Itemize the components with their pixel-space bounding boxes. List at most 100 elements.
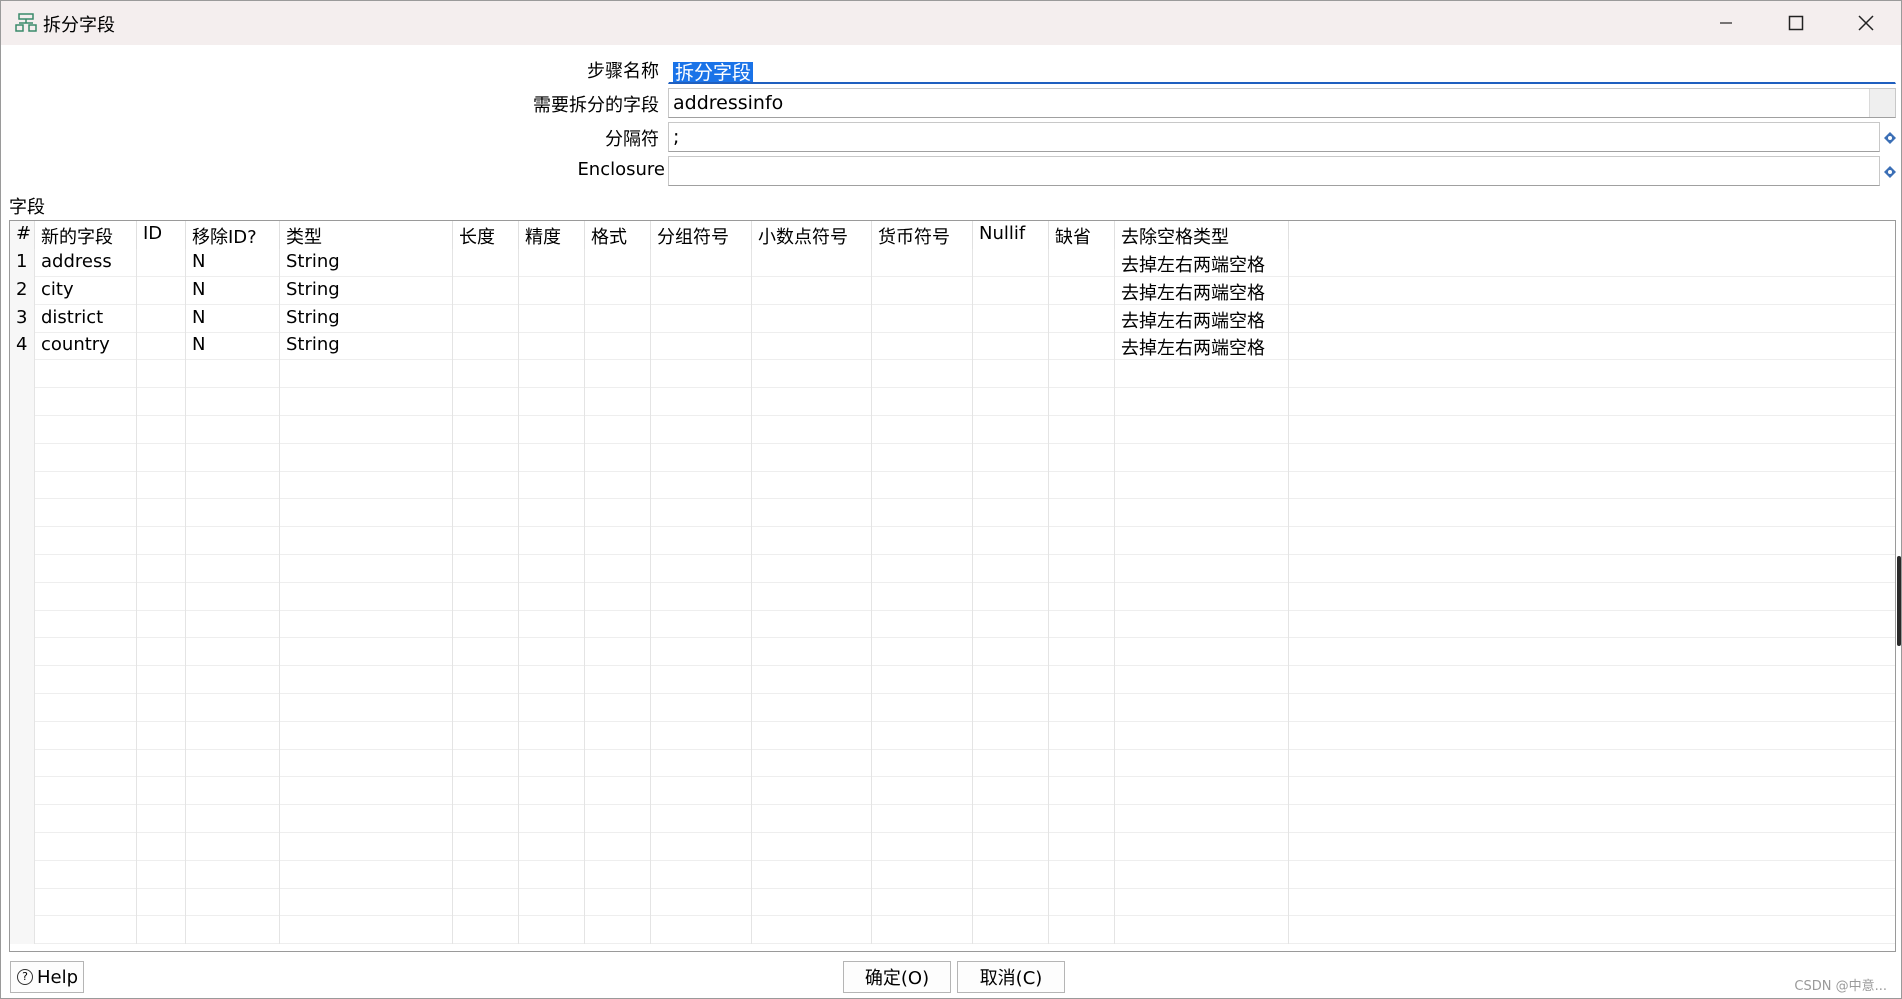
- table-cell[interactable]: [1115, 916, 1289, 945]
- table-cell[interactable]: [35, 554, 137, 583]
- table-cell[interactable]: [872, 582, 973, 611]
- table-cell[interactable]: [973, 443, 1049, 472]
- table-cell[interactable]: [973, 916, 1049, 945]
- table-cell[interactable]: [585, 554, 651, 583]
- table-cell[interactable]: [973, 332, 1049, 361]
- table-cell[interactable]: [280, 415, 453, 444]
- table-cell[interactable]: [1049, 610, 1115, 639]
- table-cell[interactable]: [973, 777, 1049, 806]
- table-cell[interactable]: [872, 471, 973, 500]
- table-cell[interactable]: [453, 666, 519, 694]
- table-cell[interactable]: [585, 415, 651, 444]
- table-cell[interactable]: [519, 721, 585, 750]
- table-cell[interactable]: [280, 582, 453, 611]
- table-cell[interactable]: [35, 443, 137, 472]
- column-header[interactable]: 去除空格类型: [1115, 221, 1289, 249]
- table-cell[interactable]: [872, 443, 973, 472]
- table-cell[interactable]: [872, 554, 973, 583]
- table-cell[interactable]: [585, 582, 651, 611]
- table-cell[interactable]: [1049, 582, 1115, 611]
- table-cell[interactable]: [186, 554, 280, 583]
- table-cell[interactable]: [519, 360, 585, 389]
- minimize-button[interactable]: [1691, 1, 1761, 45]
- table-cell[interactable]: [752, 304, 872, 333]
- table-cell[interactable]: [651, 304, 752, 333]
- table-cell[interactable]: [752, 276, 872, 305]
- table-cell[interactable]: [752, 471, 872, 500]
- table-cell[interactable]: [519, 582, 585, 611]
- table-cell[interactable]: [453, 638, 519, 667]
- table-cell[interactable]: [453, 777, 519, 806]
- table-cell[interactable]: [519, 415, 585, 444]
- table-cell[interactable]: [453, 805, 519, 833]
- table-cell[interactable]: [585, 888, 651, 917]
- table-cell[interactable]: [137, 415, 186, 444]
- table-cell[interactable]: [186, 527, 280, 555]
- table-cell[interactable]: [186, 499, 280, 528]
- delimiter-input[interactable]: ;: [668, 122, 1880, 152]
- table-cell[interactable]: [453, 332, 519, 361]
- table-cell[interactable]: [186, 693, 280, 722]
- table-cell[interactable]: [973, 554, 1049, 583]
- table-cell[interactable]: [137, 249, 186, 277]
- table-cell[interactable]: [35, 693, 137, 722]
- table-cell[interactable]: String: [280, 249, 453, 277]
- table-cell[interactable]: [35, 888, 137, 917]
- column-header[interactable]: 格式: [585, 221, 651, 249]
- table-cell[interactable]: [453, 916, 519, 945]
- table-row[interactable]: [10, 860, 1895, 889]
- table-cell[interactable]: [186, 916, 280, 945]
- table-cell[interactable]: [1115, 610, 1289, 639]
- table-cell[interactable]: 去掉左右两端空格: [1115, 249, 1289, 277]
- table-cell[interactable]: [585, 610, 651, 639]
- table-cell[interactable]: [35, 360, 137, 389]
- table-cell[interactable]: [752, 499, 872, 528]
- table-cell[interactable]: [651, 499, 752, 528]
- table-cell[interactable]: [519, 888, 585, 917]
- table-cell[interactable]: [280, 832, 453, 861]
- table-row[interactable]: [10, 832, 1895, 861]
- table-cell[interactable]: [519, 693, 585, 722]
- table-cell[interactable]: [137, 582, 186, 611]
- table-cell[interactable]: [1049, 832, 1115, 861]
- table-cell[interactable]: [186, 832, 280, 861]
- table-cell[interactable]: [1115, 888, 1289, 917]
- table-cell[interactable]: [1049, 777, 1115, 806]
- table-cell[interactable]: [752, 554, 872, 583]
- step-name-input[interactable]: 拆分字段: [668, 54, 1896, 84]
- table-cell[interactable]: [752, 415, 872, 444]
- table-cell[interactable]: [519, 805, 585, 833]
- table-cell[interactable]: [651, 805, 752, 833]
- column-header[interactable]: 缺省: [1049, 221, 1115, 249]
- table-cell[interactable]: [872, 332, 973, 361]
- table-cell[interactable]: [453, 249, 519, 277]
- table-cell[interactable]: [519, 860, 585, 889]
- table-cell[interactable]: [1115, 471, 1289, 500]
- table-cell[interactable]: [651, 860, 752, 889]
- table-cell[interactable]: [752, 749, 872, 778]
- table-cell[interactable]: [186, 666, 280, 694]
- table-cell[interactable]: [453, 360, 519, 389]
- table-row[interactable]: [10, 805, 1895, 833]
- table-row[interactable]: [10, 388, 1895, 416]
- table-cell[interactable]: [186, 415, 280, 444]
- table-cell[interactable]: [1115, 860, 1289, 889]
- table-cell[interactable]: [585, 388, 651, 416]
- table-cell[interactable]: [1049, 805, 1115, 833]
- table-cell[interactable]: [973, 638, 1049, 667]
- table-row[interactable]: [10, 443, 1895, 472]
- table-cell[interactable]: city: [35, 276, 137, 305]
- table-cell[interactable]: [35, 471, 137, 500]
- table-cell[interactable]: [585, 777, 651, 806]
- table-cell[interactable]: [585, 249, 651, 277]
- table-cell[interactable]: [1115, 666, 1289, 694]
- table-cell[interactable]: [35, 777, 137, 806]
- table-cell[interactable]: [752, 805, 872, 833]
- table-cell[interactable]: [585, 693, 651, 722]
- table-cell[interactable]: 去掉左右两端空格: [1115, 332, 1289, 361]
- table-cell[interactable]: [1115, 554, 1289, 583]
- table-cell[interactable]: [137, 610, 186, 639]
- table-cell[interactable]: [585, 332, 651, 361]
- table-cell[interactable]: [973, 471, 1049, 500]
- table-row[interactable]: [10, 415, 1895, 444]
